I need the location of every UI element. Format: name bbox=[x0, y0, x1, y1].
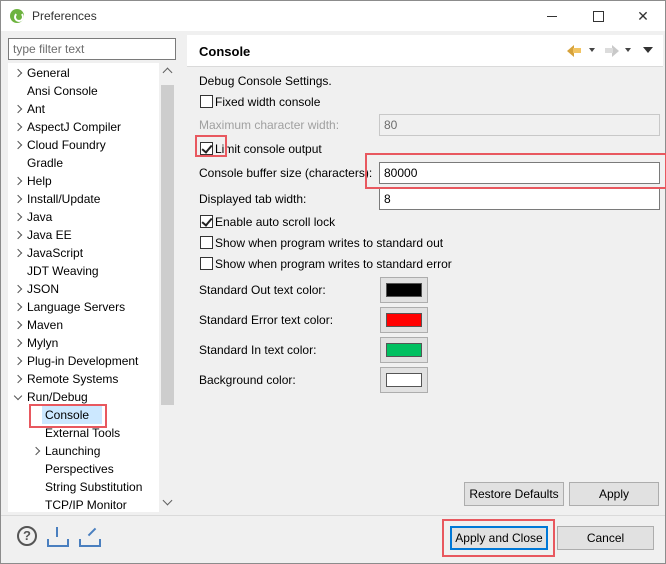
show-stderr-label: Show when program writes to standard err… bbox=[215, 257, 452, 271]
stdin-color-button[interactable] bbox=[380, 337, 428, 363]
show-stderr-checkbox[interactable] bbox=[200, 257, 213, 270]
chevron-right-icon[interactable] bbox=[14, 195, 22, 203]
tree-item-label: AspectJ Compiler bbox=[27, 120, 122, 134]
stderr-color-label: Standard Error text color: bbox=[199, 313, 334, 327]
title-bar: Preferences ✕ bbox=[1, 1, 665, 31]
tree-item-label: Plug-in Development bbox=[27, 354, 139, 368]
highlight-apply-and-close bbox=[442, 519, 555, 557]
tree-item-label: Cloud Foundry bbox=[27, 138, 106, 152]
tree-item-label: Ant bbox=[27, 102, 46, 116]
tree-item-label: String Substitution bbox=[45, 480, 143, 494]
tree-item-label: Install/Update bbox=[27, 192, 101, 206]
chevron-right-icon[interactable] bbox=[14, 285, 22, 293]
stdin-color-label: Standard In text color: bbox=[199, 343, 317, 357]
fixed-width-label: Fixed width console bbox=[215, 95, 321, 109]
stdout-color-button[interactable] bbox=[380, 277, 428, 303]
limit-output-label: Limit console output bbox=[215, 142, 322, 156]
cancel-button[interactable]: Cancel bbox=[557, 526, 654, 550]
maximize-button[interactable] bbox=[575, 1, 621, 31]
chevron-right-icon[interactable] bbox=[14, 375, 22, 383]
chevron-right-icon[interactable] bbox=[14, 105, 22, 113]
tree-item-label: JDT Weaving bbox=[27, 264, 99, 278]
fixed-width-checkbox[interactable] bbox=[200, 95, 213, 108]
chevron-right-icon[interactable] bbox=[14, 339, 22, 347]
tree-item-label: General bbox=[27, 66, 70, 80]
console-settings-page: Debug Console Settings. Fixed width cons… bbox=[187, 67, 663, 512]
page-header: Console bbox=[187, 35, 663, 67]
filter-input[interactable]: type filter text bbox=[8, 38, 176, 60]
export-icon[interactable] bbox=[79, 527, 101, 547]
show-stdout-checkbox[interactable] bbox=[200, 236, 213, 249]
restore-defaults-button[interactable]: Restore Defaults bbox=[464, 482, 564, 506]
buffer-size-label: Console buffer size (characters): bbox=[199, 166, 373, 180]
max-char-width-field[interactable]: 80 bbox=[379, 114, 660, 136]
tree-item-label: Java bbox=[27, 210, 53, 224]
tree-item-label: Mylyn bbox=[27, 336, 59, 350]
section-label: Debug Console Settings. bbox=[199, 74, 332, 88]
back-arrow-icon[interactable] bbox=[567, 44, 581, 57]
tree-item-label: Launching bbox=[45, 444, 101, 458]
tab-width-field[interactable]: 8 bbox=[379, 188, 660, 210]
back-dropdown-icon[interactable] bbox=[589, 48, 595, 52]
chevron-right-icon[interactable] bbox=[14, 177, 22, 185]
chevron-right-icon[interactable] bbox=[14, 321, 22, 329]
highlight-console-tree-item bbox=[29, 404, 107, 428]
tree-item-label: Java EE bbox=[27, 228, 72, 242]
forward-dropdown-icon[interactable] bbox=[625, 48, 631, 52]
tree-item-label: TCP/IP Monitor bbox=[45, 498, 127, 512]
chevron-down-icon[interactable] bbox=[14, 393, 22, 401]
chevron-right-icon[interactable] bbox=[14, 303, 22, 311]
footer-separator bbox=[1, 515, 665, 516]
auto-scroll-label: Enable auto scroll lock bbox=[215, 215, 336, 229]
highlight-buffer-size bbox=[365, 153, 666, 189]
window-title: Preferences bbox=[32, 9, 97, 23]
tree-item-label: Language Servers bbox=[27, 300, 126, 314]
tree-item-label: JavaScript bbox=[27, 246, 84, 260]
scrollbar-thumb[interactable] bbox=[161, 85, 174, 405]
show-stdout-label: Show when program writes to standard out bbox=[215, 236, 444, 250]
chevron-right-icon[interactable] bbox=[14, 213, 22, 221]
background-color-swatch bbox=[386, 373, 422, 387]
chevron-right-icon[interactable] bbox=[14, 69, 22, 77]
stdout-color-swatch bbox=[386, 283, 422, 297]
minimize-button[interactable] bbox=[529, 1, 575, 31]
forward-arrow-icon[interactable] bbox=[605, 44, 619, 57]
tree-item-label: Perspectives bbox=[45, 462, 114, 476]
background-color-button[interactable] bbox=[380, 367, 428, 393]
highlight-limit-output-checkbox bbox=[195, 135, 227, 157]
stderr-color-swatch bbox=[386, 313, 422, 327]
stdin-color-swatch bbox=[386, 343, 422, 357]
spring-app-icon bbox=[10, 9, 24, 23]
background-color-label: Background color: bbox=[199, 373, 296, 387]
stderr-color-button[interactable] bbox=[380, 307, 428, 333]
preferences-tree: General Ansi Console Ant AspectJ Compile… bbox=[8, 63, 176, 512]
tree-item-label: Remote Systems bbox=[27, 372, 119, 386]
tree-item-label: Ansi Console bbox=[27, 84, 98, 98]
chevron-right-icon[interactable] bbox=[14, 141, 22, 149]
help-icon[interactable]: ? bbox=[17, 526, 37, 546]
max-char-width-label: Maximum character width: bbox=[199, 118, 340, 132]
tree-item-label: Gradle bbox=[27, 156, 64, 170]
chevron-right-icon[interactable] bbox=[14, 231, 22, 239]
tree-scrollbar[interactable] bbox=[159, 63, 176, 512]
page-title: Console bbox=[199, 44, 251, 59]
tree-item-label: Maven bbox=[27, 318, 64, 332]
tab-width-label: Displayed tab width: bbox=[199, 192, 307, 206]
tree-item-label: Help bbox=[27, 174, 52, 188]
view-menu-icon[interactable] bbox=[643, 47, 653, 53]
tree-item-label: JSON bbox=[27, 282, 60, 296]
chevron-right-icon[interactable] bbox=[14, 249, 22, 257]
stdout-color-label: Standard Out text color: bbox=[199, 283, 326, 297]
chevron-right-icon[interactable] bbox=[14, 123, 22, 131]
chevron-right-icon[interactable] bbox=[14, 357, 22, 365]
apply-button[interactable]: Apply bbox=[569, 482, 659, 506]
scroll-up-arrow-icon[interactable] bbox=[162, 67, 173, 78]
import-icon[interactable] bbox=[47, 527, 69, 547]
chevron-right-icon[interactable] bbox=[32, 447, 40, 455]
preferences-window: Preferences ✕ type filter text General A… bbox=[0, 0, 666, 564]
auto-scroll-checkbox[interactable] bbox=[200, 215, 213, 228]
close-button[interactable]: ✕ bbox=[620, 1, 666, 31]
scroll-down-arrow-icon[interactable] bbox=[162, 495, 173, 506]
